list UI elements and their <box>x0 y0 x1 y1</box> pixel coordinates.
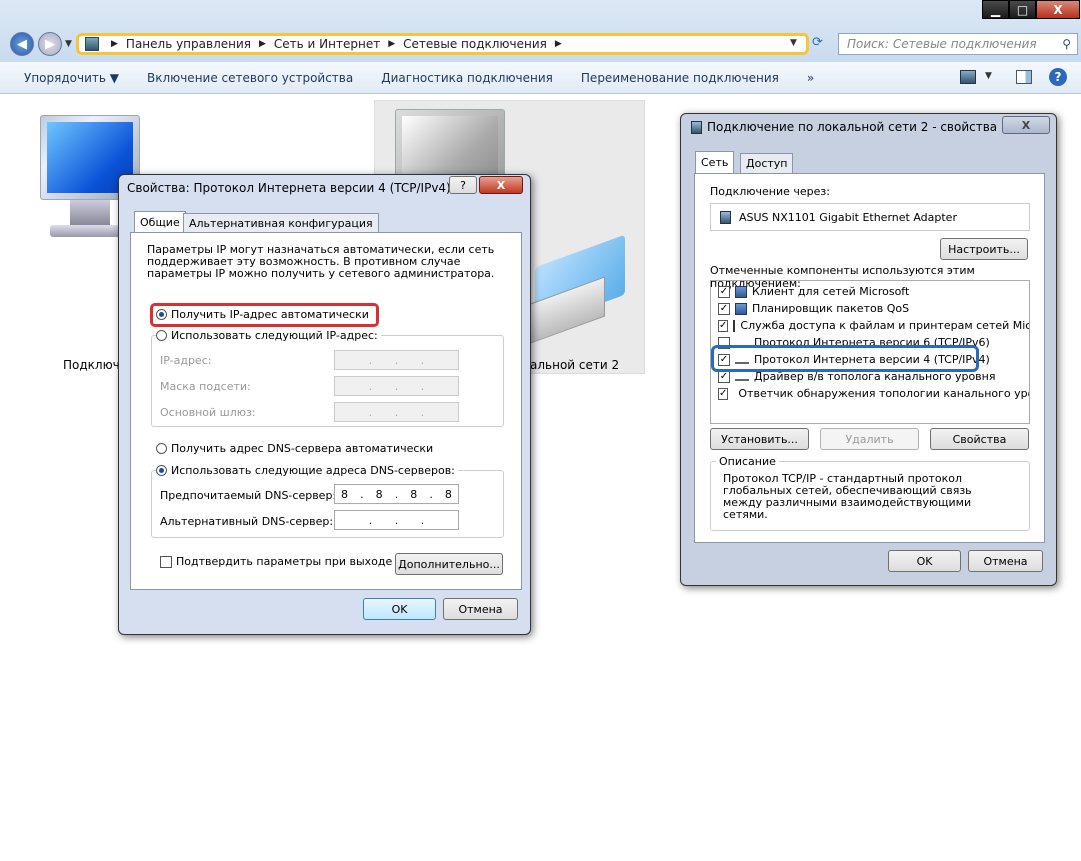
subnet-mask-label: Маска подсети: <box>160 380 251 393</box>
checkbox-checked-icon[interactable]: ✓ <box>718 370 730 383</box>
tab-general[interactable]: Общие <box>134 211 186 233</box>
install-button[interactable]: Установить... <box>710 428 809 450</box>
list-item[interactable]: ✓ Планировщик пакетов QoS <box>718 300 1029 317</box>
list-item[interactable]: ✓ Клиент для сетей Microsoft <box>718 283 1029 300</box>
refresh-icon[interactable]: ⟳ <box>812 35 832 53</box>
checkbox-checked-icon[interactable]: ✓ <box>718 319 729 332</box>
ipv4-general-panel: Параметры IP могут назначаться автоматич… <box>130 232 522 590</box>
lan-close-button[interactable]: X <box>1002 116 1050 134</box>
checkbox-checked-icon[interactable]: ✓ <box>718 285 730 298</box>
lan-titlebar: Подключение по локальной сети 2 - свойст… <box>681 114 1056 140</box>
network-service-icon <box>733 319 736 332</box>
gateway-label: Основной шлюз: <box>160 406 256 419</box>
breadcrumb-control-panel[interactable]: Панель управления <box>126 37 251 51</box>
tab-network[interactable]: Сеть <box>695 151 735 173</box>
breadcrumb-network-internet[interactable]: Сеть и Интернет <box>274 37 380 51</box>
properties-button[interactable]: Свойства <box>930 428 1029 450</box>
lan-properties-dialog: Подключение по локальной сети 2 - свойст… <box>680 113 1057 586</box>
network-client-icon <box>735 285 747 298</box>
lan-ok-button[interactable]: OK <box>888 550 961 572</box>
close-window-button[interactable]: X <box>1036 0 1080 19</box>
validate-checkbox[interactable]: Подтвердить параметры при выходе <box>160 555 392 568</box>
breadcrumb-network-connections[interactable]: Сетевые подключения <box>403 37 547 51</box>
network-protocol-icon <box>735 373 749 381</box>
enable-device-button[interactable]: Включение сетевого устройства <box>133 71 367 85</box>
checkbox-checked-icon[interactable]: ✓ <box>718 302 730 315</box>
ipv4-description: Параметры IP могут назначаться автоматич… <box>147 243 495 280</box>
organize-button[interactable]: Упорядочить ▼ <box>0 71 133 85</box>
network-folder-icon <box>85 37 99 51</box>
ip-address-field[interactable]: ... <box>334 350 459 370</box>
ipv4-ok-button[interactable]: OK <box>363 598 436 620</box>
subnet-mask-field[interactable]: ... <box>334 376 459 396</box>
breadcrumb-sep-icon: ▶ <box>259 39 266 49</box>
manual-ip-radio[interactable]: Использовать следующий IP-адрес: <box>156 329 381 342</box>
radio-on-icon <box>156 465 167 476</box>
minimize-button[interactable]: ▁ <box>982 0 1009 19</box>
help-title-button[interactable]: ? <box>449 176 477 194</box>
network-adapter-icon <box>691 120 702 134</box>
preferred-dns-label: Предпочитаемый DNS-сервер: <box>160 489 337 502</box>
radio-off-icon <box>156 330 167 341</box>
checkbox-icon <box>160 555 172 568</box>
radio-on-icon <box>156 309 167 320</box>
adapter-icon <box>720 210 731 224</box>
diagnose-button[interactable]: Диагностика подключения <box>367 71 567 85</box>
gateway-field[interactable]: ... <box>334 402 459 422</box>
search-icon[interactable]: ⚲ <box>1062 37 1071 51</box>
address-dropdown-icon[interactable]: ▼ <box>790 38 797 48</box>
more-commands-button[interactable]: » <box>793 71 828 85</box>
ipv4-close-button[interactable]: X <box>479 176 523 194</box>
description-title: Описание <box>716 455 779 468</box>
auto-dns-radio[interactable]: Получить адрес DNS-сервера автоматически <box>156 442 433 455</box>
checkbox-checked-icon[interactable]: ✓ <box>718 387 729 400</box>
network-service-icon <box>735 302 747 315</box>
history-dropdown-icon[interactable]: ▼ <box>65 39 72 49</box>
ipv4-highlight <box>711 345 979 372</box>
lan-cancel-button[interactable]: Отмена <box>968 550 1043 572</box>
address-bar[interactable]: ▶ Панель управления ▶ Сеть и Интернет ▶ … <box>76 33 809 55</box>
breadcrumb-sep-icon: ▶ <box>388 39 396 49</box>
ipv4-properties-dialog: Свойства: Протокол Интернета версии 4 (T… <box>118 174 531 635</box>
breadcrumb-sep-icon: ▶ <box>111 39 118 49</box>
lan-network-panel: Подключение через: ASUS NX1101 Gigabit E… <box>694 173 1045 543</box>
view-dropdown-icon[interactable]: ▼ <box>985 71 992 81</box>
rename-button[interactable]: Переименование подключения <box>567 71 793 85</box>
alternate-dns-field[interactable]: ... <box>334 510 459 530</box>
auto-ip-radio[interactable]: Получить IP-адрес автоматически <box>156 308 369 321</box>
tab-alternate-config[interactable]: Альтернативная конфигурация <box>183 213 379 233</box>
connect-via-label: Подключение через: <box>710 185 830 198</box>
search-input[interactable]: Поиск: Сетевые подключения ⚲ <box>838 33 1078 55</box>
tab-sharing[interactable]: Доступ <box>740 153 794 173</box>
connection-label-2: альной сети 2 <box>530 358 620 372</box>
back-button[interactable]: ◀ <box>10 32 34 56</box>
connection-label-1: Подключ <box>63 358 120 372</box>
advanced-button[interactable]: Дополнительно... <box>395 553 503 575</box>
manual-dns-radio[interactable]: Использовать следующие адреса DNS-сервер… <box>156 464 458 477</box>
alternate-dns-label: Альтернативный DNS-сервер: <box>160 515 334 528</box>
ip-address-label: IP-адрес: <box>160 354 212 367</box>
radio-off-icon <box>156 443 167 454</box>
remove-button[interactable]: Удалить <box>820 428 919 450</box>
preview-pane-icon[interactable] <box>1016 70 1032 84</box>
change-view-icon[interactable] <box>960 70 976 84</box>
configure-button[interactable]: Настроить... <box>940 238 1028 260</box>
preferred-dns-field[interactable]: 8. 8. 8. 8 <box>334 484 459 504</box>
help-icon[interactable]: ? <box>1049 68 1067 86</box>
list-item[interactable]: ✓ Ответчик обнаружения топологии канально… <box>718 385 1029 402</box>
ipv4-cancel-button[interactable]: Отмена <box>443 598 518 620</box>
command-toolbar: Упорядочить ▼ Включение сетевого устройс… <box>0 62 1081 94</box>
description-text: Протокол TCP/IP - стандартный протокол г… <box>723 472 972 521</box>
forward-button[interactable]: ▶ <box>38 32 62 56</box>
maximize-button[interactable]: □ <box>1009 0 1036 19</box>
list-item[interactable]: ✓ Служба доступа к файлам и принтерам сет… <box>718 317 1029 334</box>
breadcrumb-sep-icon: ▶ <box>554 39 562 49</box>
adapter-box: ASUS NX1101 Gigabit Ethernet Adapter <box>710 203 1030 231</box>
